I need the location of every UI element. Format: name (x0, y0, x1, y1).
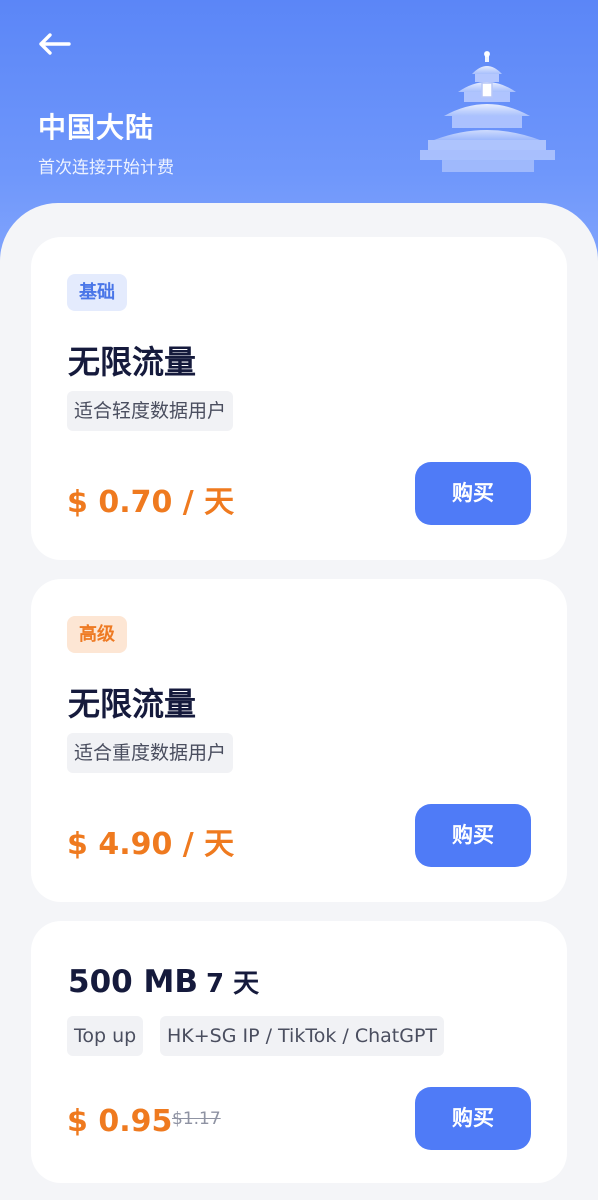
plan-tier-badge: 基础 (67, 274, 127, 311)
region-subtitle: 首次连接开始计费 (38, 158, 174, 178)
arrow-left-icon (39, 33, 71, 55)
data-plan-card: 500 MB 7 天 Top up HK+SG IP / TikTok / Cha… (31, 921, 567, 1183)
tag-top-up: Top up (67, 1016, 144, 1056)
data-period: 7 天 (205, 969, 260, 999)
buy-button[interactable]: 购买 (415, 462, 531, 525)
plan-description: 适合重度数据用户 (67, 733, 234, 773)
plan-card-premium: 高级 无限流量 适合重度数据用户 $ 4.90 / 天 购买 (31, 579, 567, 902)
plan-title: 无限流量 (68, 343, 197, 381)
tag-region-services: HK+SG IP / TikTok / ChatGPT (160, 1016, 445, 1056)
plan-price: $ 0.95 (67, 1104, 173, 1139)
original-price: $1.17 (172, 1109, 221, 1129)
plan-title: 无限流量 (68, 685, 197, 723)
plan-price: $ 4.90 / 天 (67, 827, 235, 862)
plan-price: $ 0.70 / 天 (67, 485, 235, 520)
data-plan-title: 500 MB 7 天 (68, 963, 259, 1000)
buy-button[interactable]: 购买 (415, 804, 531, 867)
plan-description: 适合轻度数据用户 (67, 391, 234, 431)
region-title: 中国大陆 (38, 111, 155, 144)
back-button[interactable] (34, 28, 74, 60)
buy-button[interactable]: 购买 (415, 1087, 531, 1150)
temple-of-heaven-icon (420, 51, 555, 172)
plan-tier-badge: 高级 (67, 616, 127, 653)
data-amount: 500 MB (68, 964, 198, 1000)
plan-card-basic: 基础 无限流量 适合轻度数据用户 $ 0.70 / 天 购买 (31, 237, 567, 560)
